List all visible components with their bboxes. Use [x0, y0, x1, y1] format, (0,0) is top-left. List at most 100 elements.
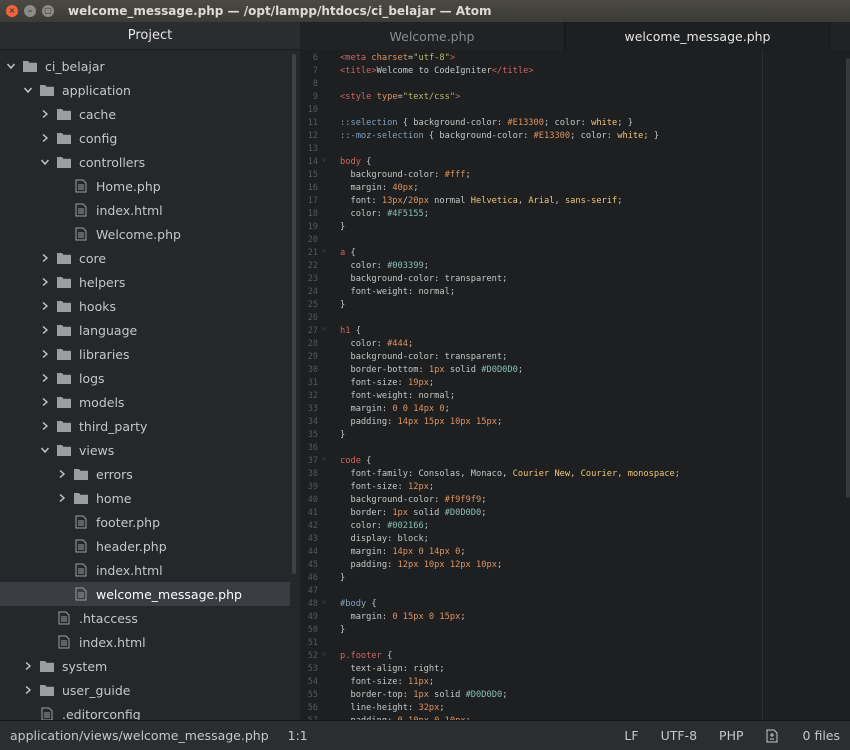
status-line-ending[interactable]: LF [624, 728, 638, 743]
tree-folder-language[interactable]: language [0, 318, 290, 342]
fold-chevron-icon[interactable]: ˅ [322, 650, 327, 659]
chevron-right-icon[interactable] [40, 109, 50, 119]
chevron-right-icon[interactable] [40, 421, 50, 431]
status-encoding[interactable]: UTF-8 [661, 728, 697, 743]
tree-view: Project ci_belajar application cache config… [0, 22, 300, 720]
chevron-right-icon[interactable] [40, 373, 50, 383]
tree-folder-models[interactable]: models [0, 390, 290, 414]
tree-folder-user-guide[interactable]: user_guide [0, 678, 290, 702]
tree-item-label: helpers [79, 274, 126, 290]
tree-folder-hooks[interactable]: hooks [0, 294, 290, 318]
fold-chevron-icon[interactable]: ˅ [322, 455, 327, 464]
minimize-window-button[interactable]: – [24, 5, 36, 17]
status-grammar[interactable]: PHP [719, 728, 743, 743]
tree-folder-application[interactable]: application [0, 78, 290, 102]
chevron-right-icon[interactable] [40, 325, 50, 335]
line-number: 51 [307, 638, 318, 648]
fold-chevron-icon[interactable]: ˅ [322, 325, 327, 334]
tree-file-welcome-message-php[interactable]: welcome_message.php [0, 582, 290, 606]
tree-folder-cache[interactable]: cache [0, 102, 290, 126]
tree-folder-libraries[interactable]: libraries [0, 342, 290, 366]
tree-item-label: .htaccess [79, 610, 138, 626]
tree-folder-views[interactable]: views [0, 438, 290, 462]
line-number: 21 [307, 248, 318, 258]
status-cursor-position[interactable]: 1:1 [288, 728, 308, 743]
chevron-right-icon[interactable] [40, 397, 50, 407]
tree-scrollbar[interactable] [292, 54, 296, 574]
chevron-right-icon[interactable] [23, 685, 33, 695]
tree-folder-config[interactable]: config [0, 126, 290, 150]
tree-folder-third-party[interactable]: third_party [0, 414, 290, 438]
code-line: padding: 14px 15px 10px 15px; [340, 417, 503, 427]
tree-file-index-html[interactable]: index.html [0, 630, 290, 654]
editor-scrollbar[interactable] [846, 58, 850, 498]
chevron-down-icon[interactable] [6, 61, 16, 71]
tree-item-label: header.php [96, 538, 167, 554]
tree-item-label: footer.php [96, 514, 161, 530]
file-text-icon [73, 563, 89, 577]
code-line: margin: 14px 0 14px 0; [340, 547, 466, 557]
status-git-files[interactable]: 0 files [766, 728, 840, 743]
chevron-right-icon[interactable] [57, 493, 67, 503]
chevron-right-icon[interactable] [40, 277, 50, 287]
line-number: 18 [307, 209, 318, 219]
fold-chevron-icon[interactable]: ˅ [322, 598, 327, 607]
tree-file-htaccess[interactable]: .htaccess [0, 606, 290, 630]
tree-folder-core[interactable]: core [0, 246, 290, 270]
close-window-button[interactable]: × [6, 5, 18, 17]
chevron-down-icon[interactable] [40, 157, 50, 167]
folder-icon [56, 323, 72, 337]
code-editor[interactable]: 6 7 8 9 10 11 12 13 14 ˅ 15 16 17 18 19 20 21 ˅ 22 23 24 25 26… [300, 50, 850, 720]
tree-item-label: config [79, 130, 118, 146]
chevron-right-icon[interactable] [40, 133, 50, 143]
tree-folder-errors[interactable]: errors [0, 462, 290, 486]
line-number: 10 [307, 105, 318, 115]
file-text-icon [73, 515, 89, 529]
tree-folder-controllers[interactable]: controllers [0, 150, 290, 174]
fold-chevron-icon[interactable]: ˅ [322, 247, 327, 256]
tree-folder-logs[interactable]: logs [0, 366, 290, 390]
line-number: 28 [307, 339, 318, 349]
code-line: background-color: #fff; [340, 170, 471, 180]
code-line: font-size: 12px; [340, 482, 435, 492]
window-title: welcome_message.php — /opt/lampp/htdocs/… [68, 4, 492, 18]
tree-folder-system[interactable]: system [0, 654, 290, 678]
tree-item-label: index.html [96, 202, 163, 218]
tab-welcome-message-php[interactable]: welcome_message.php [565, 22, 830, 50]
folder-icon [56, 275, 72, 289]
code-lines[interactable]: <meta charset="utf-8"> <title>Welcome to … [340, 50, 760, 720]
tab-welcome-php[interactable]: Welcome.php [300, 22, 565, 50]
code-line: p.footer { [340, 651, 393, 661]
code-line: border: 1px solid #D0D0D0; [340, 508, 487, 518]
fold-chevron-icon[interactable]: ˅ [322, 156, 327, 165]
line-number: 13 [307, 144, 318, 154]
tree-file-editorconfig[interactable]: .editorconfig [0, 702, 290, 720]
tree-file-index-html[interactable]: index.html [0, 558, 290, 582]
chevron-right-icon[interactable] [40, 301, 50, 311]
chevron-right-icon[interactable] [40, 349, 50, 359]
folder-icon [56, 347, 72, 361]
tree-file-home-php[interactable]: Home.php [0, 174, 290, 198]
maximize-window-button[interactable]: □ [42, 5, 54, 17]
chevron-down-icon[interactable] [40, 445, 50, 455]
chevron-right-icon[interactable] [40, 253, 50, 263]
tree-folder-home[interactable]: home [0, 486, 290, 510]
tree-folder-helpers[interactable]: helpers [0, 270, 290, 294]
code-line: text-align: right; [340, 664, 445, 674]
tree-file-footer-php[interactable]: footer.php [0, 510, 290, 534]
tree-file-header-php[interactable]: header.php [0, 534, 290, 558]
tree-file-welcome-php[interactable]: Welcome.php [0, 222, 290, 246]
file-text-icon [56, 611, 72, 625]
line-number: 52 [307, 651, 318, 661]
tree-folder-ci-belajar[interactable]: ci_belajar [0, 54, 290, 78]
code-line: font-family: Consolas, Monaco, Courier N… [340, 469, 681, 479]
line-number: 55 [307, 690, 318, 700]
chevron-right-icon[interactable] [23, 661, 33, 671]
status-file-path[interactable]: application/views/welcome_message.php [10, 728, 269, 743]
chevron-down-icon[interactable] [23, 85, 33, 95]
tree-file-index-html[interactable]: index.html [0, 198, 290, 222]
chevron-right-icon[interactable] [57, 469, 67, 479]
